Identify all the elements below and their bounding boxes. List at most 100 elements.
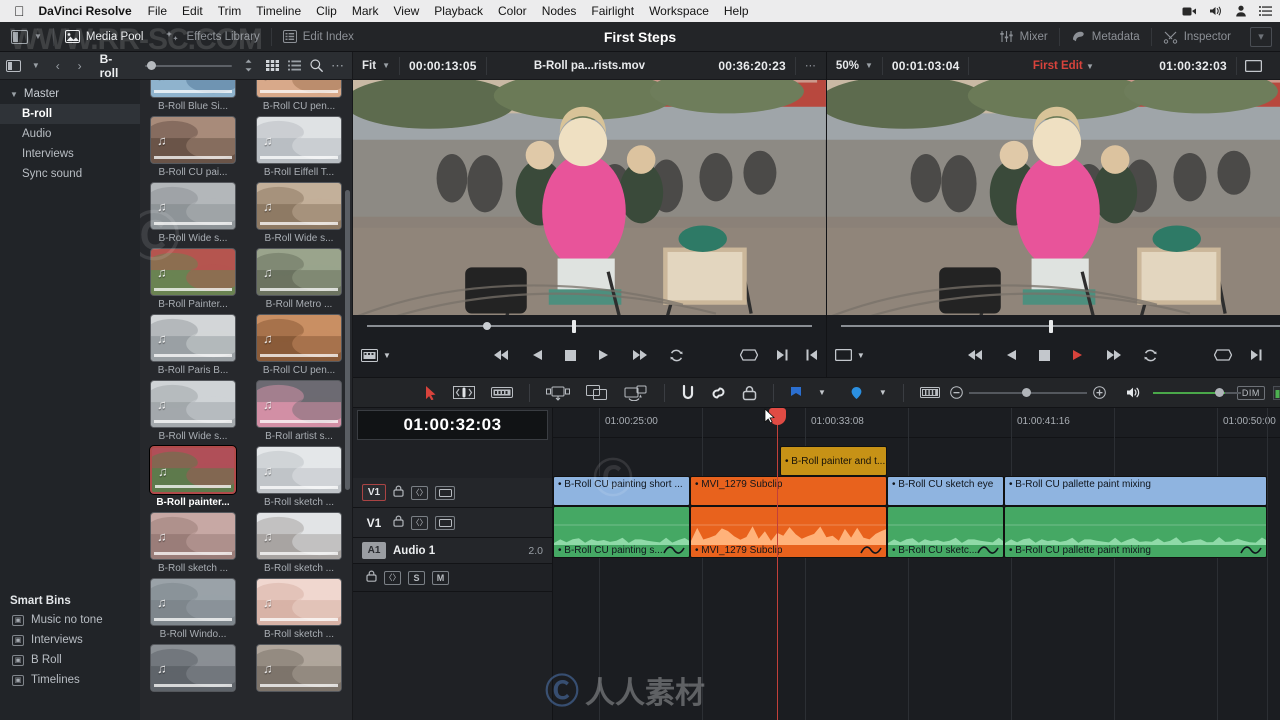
- skip-to-end-icon[interactable]: [1105, 349, 1122, 361]
- clip-thumbnail[interactable]: ♫: [150, 446, 236, 494]
- media-pool-thumbnail-grid[interactable]: ♫ B-Roll Blue Si... ♫ B-Roll CU pen... ♫ B-Ro…: [140, 80, 352, 720]
- skip-to-start-icon[interactable]: [494, 349, 510, 361]
- skip-to-end-icon[interactable]: [631, 349, 648, 361]
- smart-bin-b-roll[interactable]: ▣ B Roll: [0, 650, 140, 670]
- lock-icon[interactable]: [393, 515, 404, 530]
- dynamic-trim-icon[interactable]: [491, 386, 513, 399]
- dim-button[interactable]: DIM: [1236, 385, 1265, 400]
- source-zoom-select[interactable]: Fit ▼: [353, 60, 399, 72]
- chevron-down-icon[interactable]: ▼: [879, 388, 887, 397]
- overwrite-clip-icon[interactable]: [586, 385, 608, 400]
- sort-icon[interactable]: [238, 56, 258, 76]
- stop-icon[interactable]: [1039, 349, 1051, 361]
- timeline-audio-clip[interactable]: MVI_1279 Subclip: [690, 506, 887, 558]
- chevron-down-icon[interactable]: ▼: [10, 90, 18, 99]
- source-in-timecode[interactable]: 00:00:13:05: [400, 59, 486, 73]
- media-pool-clip[interactable]: ♫ B-Roll sketch ...: [256, 578, 342, 640]
- mixer-button[interactable]: Mixer: [988, 22, 1059, 52]
- speaker-icon[interactable]: [1126, 386, 1141, 399]
- screen-record-icon[interactable]: [1182, 6, 1197, 17]
- auto-select-icon[interactable]: 〈〉: [411, 485, 428, 500]
- bin-item-b-roll[interactable]: B-roll: [0, 104, 140, 124]
- grid-view-icon[interactable]: [262, 56, 282, 76]
- bin-item-interviews[interactable]: Interviews: [0, 144, 140, 164]
- zoom-in-icon[interactable]: [1093, 386, 1106, 399]
- chevron-down-icon[interactable]: ▼: [818, 388, 826, 397]
- source-scrubber-playhead[interactable]: [572, 319, 576, 333]
- media-pool-clip[interactable]: ♫ B-Roll Wide s...: [256, 182, 342, 244]
- media-pool-clip[interactable]: ♫ B-Roll Metro ...: [256, 248, 342, 310]
- media-pool-clip[interactable]: ♫ B-Roll Blue Si...: [150, 80, 236, 112]
- bin-item-audio[interactable]: Audio: [0, 124, 140, 144]
- volume-icon[interactable]: [1209, 5, 1223, 17]
- play-icon[interactable]: [598, 349, 609, 361]
- solo-icon[interactable]: S: [408, 570, 425, 585]
- timeline-position-timecode[interactable]: 00:01:03:04: [883, 59, 969, 73]
- menu-item-mark[interactable]: Mark: [352, 4, 379, 18]
- media-pool-clip[interactable]: ♫ B-Roll Painter...: [150, 248, 236, 310]
- clip-thumbnail[interactable]: ♫: [150, 644, 236, 692]
- clip-thumbnail[interactable]: ♫: [256, 314, 342, 362]
- media-pool-button[interactable]: Media Pool: [54, 22, 155, 52]
- menu-item-nodes[interactable]: Nodes: [542, 4, 577, 18]
- inspector-button[interactable]: Inspector: [1152, 22, 1242, 52]
- chevron-down-icon[interactable]: ▼: [382, 61, 390, 70]
- menu-item-clip[interactable]: Clip: [316, 4, 337, 18]
- menu-item-workspace[interactable]: Workspace: [649, 4, 709, 18]
- media-pool-clip[interactable]: ♫ B-Roll sketch ...: [256, 446, 342, 508]
- clip-thumbnail[interactable]: ♫: [256, 578, 342, 626]
- menu-item-playback[interactable]: Playback: [434, 4, 483, 18]
- track-header-v1-top[interactable]: V1 〈〉: [353, 478, 552, 508]
- clip-thumbnail[interactable]: ♫: [256, 116, 342, 164]
- control-center-icon[interactable]: [1259, 6, 1272, 16]
- track-id-label[interactable]: V1: [362, 514, 386, 531]
- media-pool-clip[interactable]: ♫ B-Roll Paris B...: [150, 314, 236, 376]
- track-id-label[interactable]: A1: [362, 542, 386, 559]
- nav-back-chevron-left-icon[interactable]: ‹: [48, 56, 68, 76]
- skip-to-start-icon[interactable]: [968, 349, 984, 361]
- search-icon[interactable]: [306, 56, 326, 76]
- app-name-label[interactable]: DaVinci Resolve: [39, 4, 132, 18]
- menu-item-edit[interactable]: Edit: [182, 4, 203, 18]
- bin-view-chevron-down-icon[interactable]: ▼: [26, 56, 46, 76]
- metadata-button[interactable]: Metadata: [1060, 22, 1151, 52]
- user-icon[interactable]: [1235, 5, 1247, 17]
- replace-clip-icon[interactable]: [624, 385, 648, 401]
- media-pool-clip[interactable]: ♫ B-Roll Windo...: [150, 578, 236, 640]
- snapping-magnet-icon[interactable]: [681, 384, 695, 401]
- bin-item-master[interactable]: ▼ Master: [0, 84, 140, 104]
- menu-item-color[interactable]: Color: [498, 4, 527, 18]
- lock-icon[interactable]: [366, 570, 377, 585]
- loop-icon[interactable]: [1143, 349, 1158, 362]
- link-clips-icon[interactable]: [711, 385, 726, 401]
- timeline-scrubber[interactable]: [835, 315, 1280, 337]
- menu-item-trim[interactable]: Trim: [218, 4, 242, 18]
- play-reverse-icon[interactable]: [532, 349, 543, 361]
- clip-thumbnail[interactable]: ♫: [150, 116, 236, 164]
- auto-select-icon[interactable]: 〈〉: [411, 515, 428, 530]
- media-pool-clip[interactable]: ♫: [256, 644, 342, 695]
- effects-library-button[interactable]: Effects Library: [154, 22, 270, 52]
- edit-index-button[interactable]: Edit Index: [272, 22, 365, 52]
- timeline-playhead-timecode[interactable]: 01:00:32:03: [357, 410, 548, 440]
- source-scrubber-dot[interactable]: [483, 322, 491, 330]
- smart-bin-music-no-tone[interactable]: ▣ Music no tone: [0, 610, 140, 630]
- timeline-clip-overlay[interactable]: B-Roll painter and t...: [780, 446, 887, 476]
- bin-item-sync-sound[interactable]: Sync sound: [0, 164, 140, 184]
- zoom-out-icon[interactable]: [950, 386, 963, 399]
- media-pool-scrollbar[interactable]: [345, 190, 350, 490]
- track-header-a1[interactable]: A1 Audio 1 2.0: [353, 538, 552, 564]
- marker-icon[interactable]: [850, 386, 863, 400]
- timeline-playhead[interactable]: [769, 408, 786, 720]
- auto-select-icon[interactable]: 〈〉: [384, 570, 401, 585]
- clip-thumbnail[interactable]: ♫: [256, 446, 342, 494]
- more-options-icon[interactable]: ⋯: [796, 59, 826, 72]
- timeline-view-options-icon[interactable]: [919, 386, 940, 399]
- thumbnail-size-slider[interactable]: [144, 59, 233, 73]
- menu-item-file[interactable]: File: [148, 4, 167, 18]
- chevron-down-icon[interactable]: ▼: [865, 61, 873, 70]
- clip-thumbnail[interactable]: ♫: [150, 182, 236, 230]
- media-pool-clip[interactable]: ♫ B-Roll CU pen...: [256, 80, 342, 112]
- list-view-icon[interactable]: [284, 56, 304, 76]
- clip-thumbnail[interactable]: ♫: [256, 644, 342, 692]
